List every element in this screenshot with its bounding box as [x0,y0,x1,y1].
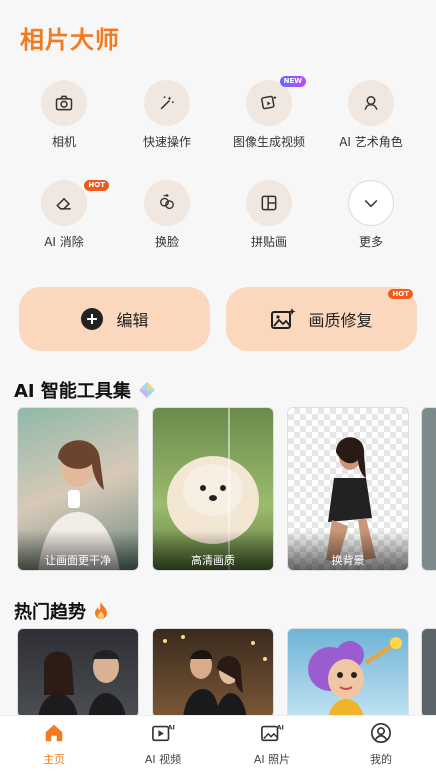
tool-label: AI 消除 [44,235,84,249]
tool-label: 快速操作 [142,135,191,149]
quality-repair-button[interactable]: 画质修复 HOT [226,287,417,351]
nav-home[interactable]: 主页 [14,722,94,767]
tool-collage-circle [246,180,292,226]
card-caption: 让画面更干净 [18,530,138,570]
card-caption: 换背景 [288,530,408,570]
bottom-nav: 主页 AI AI 视频 AI AI 照片 我的 [0,715,436,775]
ai-tools-title-text: AI 智能工具集 [14,381,131,402]
couple-photo [163,635,267,717]
tool-camera[interactable]: 相机 [14,80,114,150]
card-caption: 高清画质 [153,530,273,570]
hot-badge: HOT [84,180,109,191]
nav-label: 我的 [370,753,392,766]
ai-tool-card-clean[interactable]: 让画面更干净 [17,407,139,571]
trending-card-2[interactable] [152,628,274,718]
tool-label: 相机 [51,135,76,149]
tool-label: 更多 [358,235,383,249]
nav-label: 主页 [43,753,65,766]
group-photo [38,650,126,717]
tool-camera-circle [41,80,87,126]
diamond-icon [139,382,156,398]
trending-section-title: 热门趋势 [14,598,108,624]
tool-ai-erase[interactable]: HOT AI 消除 [14,180,114,250]
image-to-video-icon [261,95,277,110]
ai-tool-card-hd[interactable]: 高清画质 [152,407,274,571]
tool-image-to-video[interactable]: NEW 图像生成视频 [219,76,319,150]
tool-more-circle [348,180,394,226]
tool-quick-actions-circle [144,80,190,126]
ai-tools-section-title: AI 智能工具集 [14,377,156,403]
tool-ai-erase-circle: HOT [41,180,109,226]
profile-icon [371,723,391,743]
tool-image-to-video-circle: NEW [246,76,306,126]
ai-tool-card-background[interactable]: 换背景 [287,407,409,571]
new-badge: NEW [279,76,306,87]
edit-button-label: 编辑 [116,311,149,330]
app-title: 相片大师 [20,26,120,54]
edit-button[interactable]: 编辑 [19,287,210,351]
ai-video-icon: AI [152,723,175,742]
nav-profile[interactable]: 我的 [341,722,421,767]
tool-ai-art-character-circle [348,80,394,126]
camera-icon [55,95,73,111]
tool-ai-art-character[interactable]: AI 艺术角色 [321,80,421,150]
face-swap-icon [160,193,174,210]
eraser-icon [56,197,71,210]
trending-card-1[interactable] [17,628,139,718]
tool-quick-actions[interactable]: 快速操作 [117,80,217,150]
chevron-down-icon [364,199,378,208]
hot-badge: HOT [388,289,413,299]
tool-label: 图像生成视频 [232,135,305,149]
trending-card-3[interactable] [287,628,409,718]
tool-face-swap[interactable]: 换脸 [117,180,217,250]
nav-ai-photo[interactable]: AI AI 照片 [232,722,312,767]
ai-art-character-icon [364,96,378,110]
nav-label: AI 照片 [253,753,291,766]
magic-wand-icon [160,96,174,110]
nav-ai-video[interactable]: AI AI 视频 [123,722,203,767]
tool-face-swap-circle [144,180,190,226]
tool-more[interactable]: 更多 [321,180,421,250]
home-icon [45,724,63,742]
ai-photo-icon: AI [261,723,284,742]
tool-label: AI 艺术角色 [339,135,403,149]
collage-icon [261,195,277,211]
svg-text:AI: AI [277,723,284,731]
trending-title-text: 热门趋势 [14,602,86,623]
plus-circle-icon [81,308,104,330]
ai-tool-card-partial[interactable] [421,407,436,571]
fire-icon [95,602,108,619]
image-enhance-icon [271,308,296,329]
tool-label: 拼贴画 [250,235,287,249]
trending-card-partial[interactable] [421,628,436,718]
cartoon-photo [308,637,402,717]
svg-text:AI: AI [168,723,175,731]
nav-label: AI 视频 [144,753,182,766]
tool-label: 换脸 [154,235,179,249]
quality-repair-label: 画质修复 [308,311,373,330]
tool-collage[interactable]: 拼贴画 [219,180,319,250]
